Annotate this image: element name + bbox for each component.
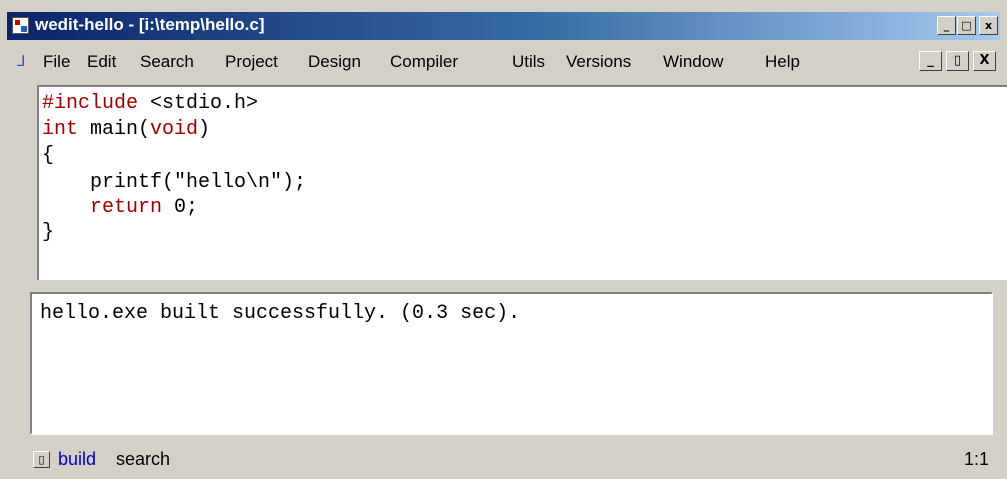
tab-search[interactable]: search (116, 449, 170, 470)
output-pane[interactable]: hello.exe built successfully. (0.3 sec). (30, 292, 993, 435)
code-text: { (42, 144, 55, 167)
app-icon[interactable] (12, 17, 29, 34)
menu-edit[interactable]: Edit (87, 52, 116, 72)
keyword: return (90, 196, 163, 219)
menu-versions[interactable]: Versions (566, 52, 631, 72)
pane-splitter[interactable] (0, 280, 1007, 292)
window-title: wedit-hello - [i:\temp\hello.c] (35, 15, 265, 34)
code-text: } (42, 221, 55, 244)
mdi-restore-button[interactable]: ▯ (946, 51, 969, 71)
keyword: void (150, 118, 199, 141)
code-text: <stdio.h> (138, 92, 259, 115)
keyword: int (42, 118, 79, 141)
title-bar[interactable]: wedit-hello - [i:\temp\hello.c] _ □ x (7, 12, 1000, 40)
code-text: printf("hello\n"); (42, 171, 307, 194)
cursor-position: 1:1 (963, 449, 989, 469)
menu-compiler[interactable]: Compiler (390, 52, 458, 72)
restore-pane-icon[interactable]: ▯ (33, 451, 50, 468)
maximize-button[interactable]: □ (957, 16, 976, 35)
output-message: hello.exe built successfully. (0.3 sec). (40, 302, 521, 325)
code-line: } (42, 221, 54, 245)
code-editor[interactable]: #include <stdio.h> int main(void) { prin… (37, 85, 1007, 280)
code-line: return 0; (42, 196, 198, 220)
minimize-button[interactable]: _ (937, 16, 956, 35)
mdi-close-button[interactable]: X (973, 51, 996, 71)
menu-help[interactable]: Help (765, 52, 800, 72)
mdi-minimize-button[interactable]: _ (919, 51, 942, 71)
close-button[interactable]: x (979, 16, 998, 35)
document-icon[interactable]: ⅃ (17, 53, 33, 69)
code-line: printf("hello\n"); (42, 171, 306, 195)
code-text: 0; (162, 196, 199, 219)
code-line: #include <stdio.h> (42, 92, 258, 116)
menu-project[interactable]: Project (225, 52, 278, 72)
tab-build[interactable]: build (58, 449, 96, 470)
menu-design[interactable]: Design (308, 52, 361, 72)
status-bar: ▯ build search 1:1 (0, 440, 1007, 479)
application-window: wedit-hello - [i:\temp\hello.c] _ □ x ⅃ … (0, 0, 1007, 479)
menu-search[interactable]: Search (140, 52, 194, 72)
code-text: ) (198, 118, 211, 141)
code-text: main( (78, 118, 151, 141)
menu-window[interactable]: Window (663, 52, 723, 72)
menu-bar: ⅃ File Edit Search Project Design Compil… (7, 44, 1000, 76)
code-line: { (42, 144, 54, 168)
keyword: #include (42, 92, 139, 115)
menu-utils[interactable]: Utils (512, 52, 545, 72)
menu-file[interactable]: File (43, 52, 70, 72)
code-line: int main(void) (42, 118, 210, 142)
